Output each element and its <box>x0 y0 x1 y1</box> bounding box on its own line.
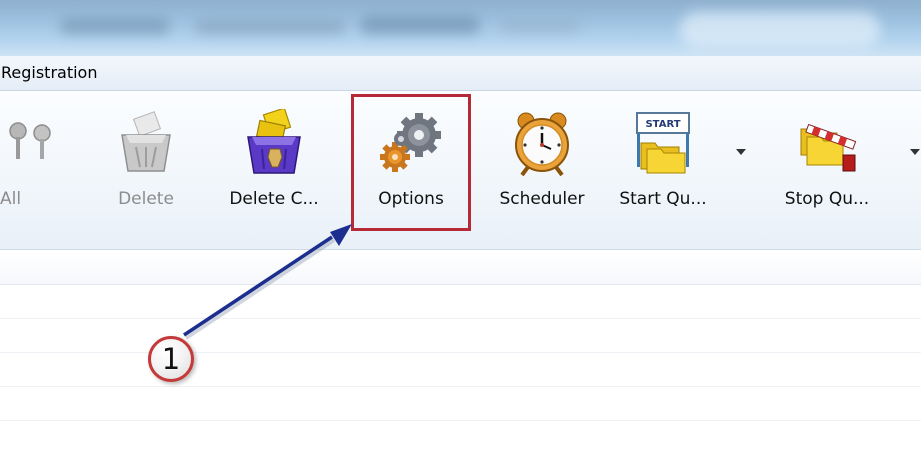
stop-queue-label: Stop Qu... <box>784 189 870 209</box>
start-queue-folder-icon: START <box>629 109 697 177</box>
start-queue-dropdown-icon[interactable] <box>736 149 746 155</box>
all-button-label: All <box>0 189 22 209</box>
delete-button-label: Delete <box>118 189 174 209</box>
pin-icon <box>0 109 64 177</box>
delete-bin-icon <box>112 109 180 177</box>
start-sign-text: START <box>645 119 680 130</box>
callout-number-badge: 1 <box>148 336 194 382</box>
stop-queue-dropdown-icon[interactable] <box>910 149 920 155</box>
list-row-divider <box>0 352 921 353</box>
title-blur-1 <box>60 18 170 34</box>
toolbar: All Delete Delete C... Options Scheduler… <box>0 91 921 250</box>
list-header <box>0 250 921 285</box>
delete-completed-button[interactable]: Delete C... <box>214 91 334 223</box>
stop-queue-button[interactable]: Stop Qu... <box>768 91 886 223</box>
title-blur-2 <box>195 20 345 34</box>
title-bar <box>0 0 921 56</box>
title-glare <box>680 12 880 48</box>
alarm-clock-icon <box>508 109 576 177</box>
start-queue-label: Start Qu... <box>619 189 707 209</box>
scheduler-button[interactable]: Scheduler <box>484 91 600 223</box>
delete-completed-bin-icon <box>240 107 308 177</box>
title-blur-3 <box>360 16 480 34</box>
options-highlight-box <box>351 94 471 231</box>
delete-button[interactable]: Delete <box>100 91 192 223</box>
list-row-divider <box>0 318 921 319</box>
scheduler-button-label: Scheduler <box>499 189 585 209</box>
start-queue-button[interactable]: START Start Qu... <box>604 91 722 223</box>
app-window: Registration All Delete Delete C... Opti… <box>0 0 921 453</box>
menu-registration[interactable]: Registration <box>0 60 97 86</box>
list-row-divider <box>0 386 921 387</box>
queue-list[interactable] <box>0 250 921 453</box>
all-button[interactable]: All <box>0 91 80 223</box>
list-row-divider <box>0 420 921 421</box>
delete-completed-label: Delete C... <box>229 189 319 209</box>
stop-queue-folder-icon <box>793 109 861 177</box>
menu-bar: Registration <box>0 56 921 91</box>
title-blur-4 <box>500 20 580 32</box>
